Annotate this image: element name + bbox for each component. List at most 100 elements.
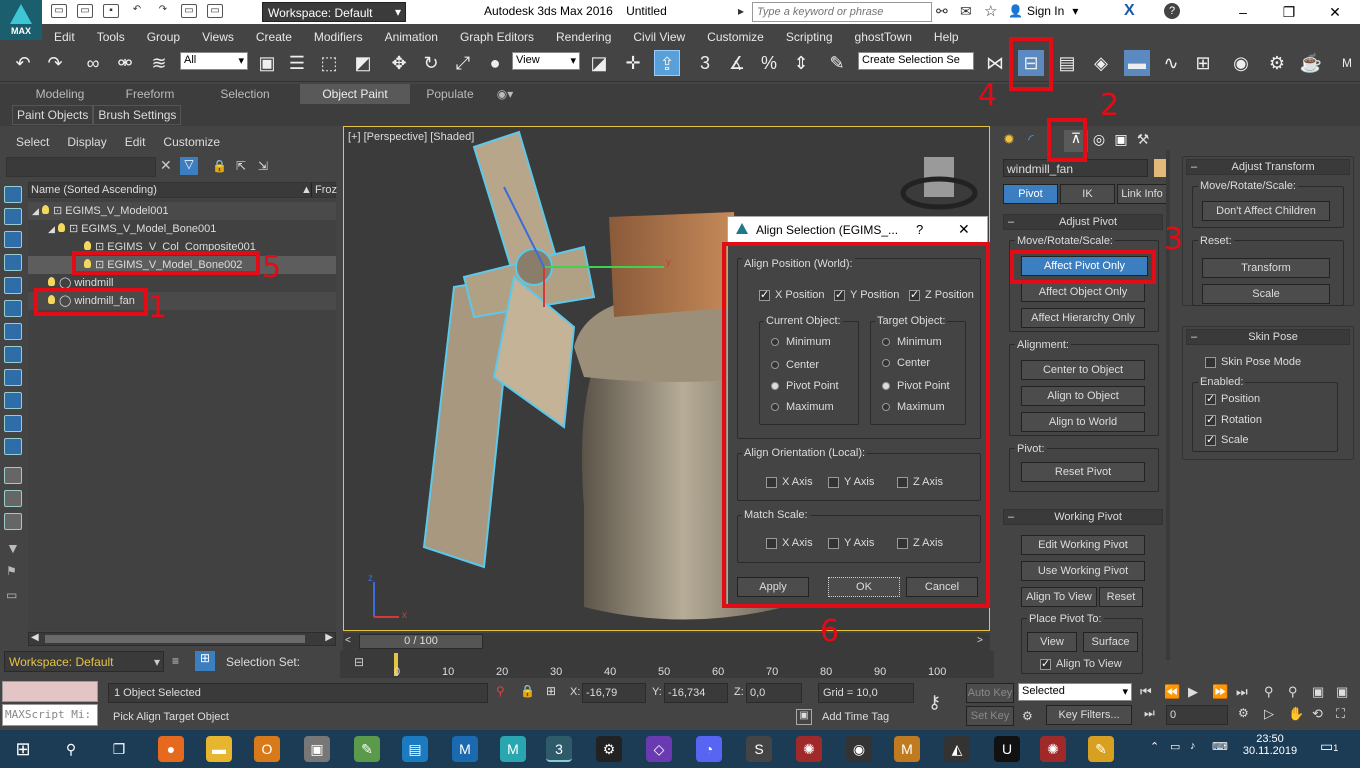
place-view-button[interactable]: View xyxy=(1027,632,1077,652)
substance-icon[interactable]: S xyxy=(746,736,772,762)
dialog-close-button[interactable]: ✕ xyxy=(958,221,970,238)
new-icon[interactable]: ▭ xyxy=(51,4,67,18)
menu-scripting[interactable]: Scripting xyxy=(774,27,843,44)
align-to-world-button[interactable]: Align to World xyxy=(1021,412,1145,432)
tray-chevron-icon[interactable]: ⌃ xyxy=(1150,740,1159,753)
position-checkbox[interactable]: Position xyxy=(1205,392,1260,405)
save-icon[interactable]: ▪ xyxy=(103,4,119,18)
windows-start-icon[interactable]: ⊞ xyxy=(10,736,36,762)
clock[interactable]: 23:50 30.11.2019 xyxy=(1242,733,1298,757)
working-pivot-rollout[interactable]: – Working Pivot xyxy=(1003,509,1163,525)
y-coordinate-field[interactable]: -16,734 xyxy=(664,683,728,703)
volume-icon[interactable]: ♪ xyxy=(1190,740,1196,752)
communication-icon[interactable]: ✉ xyxy=(960,3,972,20)
search-icon[interactable]: ⚲ xyxy=(58,736,84,762)
render-frame-icon[interactable]: ☕ xyxy=(1298,50,1324,76)
menu-customize[interactable]: Customize xyxy=(695,27,774,44)
sign-in-button[interactable]: 👤 Sign In ▾ xyxy=(1008,4,1078,18)
placement-icon[interactable]: ● xyxy=(482,50,508,76)
tab-object-paint[interactable]: Object Paint xyxy=(300,84,410,104)
pan-icon[interactable]: ✋ xyxy=(1288,706,1312,722)
redo-icon[interactable]: ↷ xyxy=(155,4,171,18)
align-to-view-button[interactable]: Align To View xyxy=(1021,587,1097,607)
unity-icon[interactable]: ◭ xyxy=(944,736,970,762)
rotation-checkbox[interactable]: Rotation xyxy=(1205,413,1262,426)
visible-icon[interactable] xyxy=(57,223,65,232)
rect-selection-icon[interactable]: ⬚ xyxy=(316,50,342,76)
screenshot-tool-icon[interactable]: ▣ xyxy=(304,736,330,762)
workspace-dropdown[interactable]: Workspace: Default ▾ xyxy=(262,2,406,22)
skin-pose-rollout[interactable]: – Skin Pose xyxy=(1186,329,1350,345)
move-icon[interactable]: ✥ xyxy=(386,50,412,76)
paint-icon[interactable]: ✎ xyxy=(1088,736,1114,762)
rotate-icon[interactable]: ↻ xyxy=(418,50,444,76)
prev-key-icon[interactable]: ⏪ xyxy=(1164,684,1188,700)
file-explorer-icon[interactable]: ▬ xyxy=(206,736,232,762)
display-spacewarps-icon[interactable] xyxy=(4,323,22,340)
menu-ghosttown[interactable]: ghostTown xyxy=(843,27,922,44)
scroll-left-icon[interactable]: ◀ xyxy=(31,632,39,643)
steam-icon[interactable]: ⚙ xyxy=(596,736,622,762)
dont-affect-children-button[interactable]: Don't Affect Children xyxy=(1202,201,1330,221)
project-icon[interactable]: ▭ xyxy=(207,4,223,18)
paint-objects-panel[interactable]: Paint Objects xyxy=(12,105,94,125)
tab-selection[interactable]: Selection xyxy=(190,84,300,104)
isolate-icon[interactable]: ⚲ xyxy=(496,684,505,698)
explorer-hscrollbar[interactable]: ◀ ▶ xyxy=(28,632,336,646)
zoom-extents-icon[interactable]: ▣ xyxy=(1312,684,1336,700)
clear-search-icon[interactable]: ✕ xyxy=(160,157,172,174)
spinner-snap-icon[interactable]: ⇕ xyxy=(788,50,814,76)
modify-tab-icon[interactable]: ◜ xyxy=(1020,131,1042,151)
collapse-icon[interactable]: ◢ xyxy=(48,224,55,234)
language-icon[interactable]: ⌨ xyxy=(1212,740,1228,753)
select-by-name-icon[interactable]: ☰ xyxy=(284,50,310,76)
display-none-icon[interactable] xyxy=(4,186,22,203)
app-logo[interactable]: MAX xyxy=(0,0,42,40)
menu-tools[interactable]: Tools xyxy=(85,27,135,44)
help-icon[interactable]: ? xyxy=(1164,3,1180,19)
display-shapes-icon[interactable] xyxy=(4,231,22,248)
hierarchy-toggle-icon[interactable]: ⊞ xyxy=(195,651,215,671)
affect-hierarchy-only-button[interactable]: Affect Hierarchy Only xyxy=(1021,308,1145,328)
close-button[interactable]: ✕ xyxy=(1312,0,1358,24)
tree-row[interactable]: ◢ ⊡ EGIMS_V_Model_Bone001 xyxy=(28,220,336,238)
selection-filter-dropdown[interactable]: All ▾ xyxy=(180,52,248,70)
display-containers-icon[interactable] xyxy=(4,415,22,432)
ribbon-toggle-icon[interactable]: ▬ xyxy=(1124,50,1150,76)
skin-pose-mode-checkbox[interactable]: Skin Pose Mode xyxy=(1205,356,1301,368)
open-icon[interactable]: ▭ xyxy=(77,4,93,18)
filter-icon[interactable]: ▽ xyxy=(180,157,198,175)
time-tag-icon[interactable]: ▣ xyxy=(796,709,812,725)
maximize-viewport-icon[interactable]: ⛶ xyxy=(1336,706,1360,722)
display-groups-icon[interactable] xyxy=(4,346,22,363)
percent-snap-icon[interactable]: % xyxy=(756,50,782,76)
menu-edit[interactable]: Edit xyxy=(42,27,85,44)
collapse-icon[interactable]: ◢ xyxy=(32,206,39,216)
search-input[interactable] xyxy=(752,2,932,22)
maya-icon[interactable]: M xyxy=(500,736,526,762)
window-crossing-icon[interactable]: ◩ xyxy=(350,50,376,76)
schematic-view-icon[interactable]: ⊞ xyxy=(1190,50,1216,76)
set-key-button[interactable]: Set Key xyxy=(966,706,1014,726)
mudbox-icon[interactable]: M xyxy=(452,736,478,762)
z-coordinate-field[interactable]: 0,0 xyxy=(746,683,802,703)
next-frame-icon[interactable]: > xyxy=(977,635,983,646)
scale-icon[interactable]: ⤢ xyxy=(450,50,476,76)
current-frame-field[interactable]: 0 xyxy=(1166,705,1228,725)
binoculars-icon[interactable]: ⚯ xyxy=(936,3,948,20)
scroll-right-icon[interactable]: ▶ xyxy=(325,632,333,643)
time-config-icon[interactable]: ⚙ xyxy=(1238,706,1249,720)
display-cameras-icon[interactable] xyxy=(4,277,22,294)
zoom-extents-all-icon[interactable]: ▣ xyxy=(1336,684,1360,700)
menu-group[interactable]: Group xyxy=(135,27,190,44)
network-icon[interactable]: ▭ xyxy=(1170,740,1180,753)
visible-icon[interactable] xyxy=(48,277,55,286)
layer-explorer-icon[interactable]: ◈ xyxy=(1088,50,1114,76)
pivot-tab-button[interactable]: Pivot xyxy=(1003,184,1058,204)
column-frozen-header[interactable]: Froz xyxy=(311,183,337,197)
time-slider[interactable]: < 0 / 100 > xyxy=(343,633,990,651)
orbit-icon[interactable]: ⟲ xyxy=(1312,706,1336,722)
align-to-object-button[interactable]: Align to Object xyxy=(1021,386,1145,406)
explorer-menu-edit[interactable]: Edit xyxy=(125,135,146,149)
redo-icon[interactable]: ↷ xyxy=(42,50,68,76)
